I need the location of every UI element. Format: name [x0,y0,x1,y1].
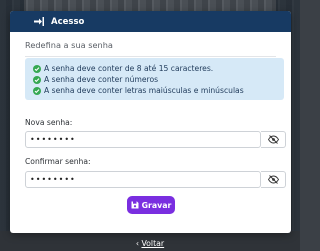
sign-in-icon [34,17,44,26]
toggle-confirm-password-visibility-button[interactable] [261,171,286,188]
eye-slash-icon [267,135,279,144]
back-link[interactable]: ‹ Voltar [0,239,300,248]
rule-item: A senha deve conter letras maiúsculas e … [33,85,284,96]
confirm-password-input[interactable]: •••••••• [25,171,261,188]
rule-text: A senha deve conter letras maiúsculas e … [44,86,244,95]
check-circle-icon [33,75,41,84]
password-rules-alert: A senha deve conter de 8 até 15 caracter… [25,58,284,100]
back-link-label: Voltar [141,239,165,248]
rule-text: A senha deve conter números [44,75,159,84]
new-password-label: Nova senha: [25,118,73,127]
rule-text: A senha deve conter de 8 até 15 caracter… [44,64,214,73]
toggle-new-password-visibility-button[interactable] [261,131,286,148]
rule-item: A senha deve conter de 8 até 15 caracter… [33,63,284,74]
save-button[interactable]: Gravar [127,196,175,214]
check-circle-icon [33,64,41,73]
page-subtitle: Redefina a sua senha [25,40,113,50]
chevron-left-icon: ‹ [135,239,139,248]
modal-title: Acesso [51,16,85,27]
rule-item: A senha deve conter números [33,74,284,85]
new-password-input[interactable]: •••••••• [25,131,261,148]
modal-header: Acesso [10,11,291,32]
confirm-password-label: Confirmar senha: [25,157,91,166]
save-button-label: Gravar [141,200,172,210]
divider [25,56,276,57]
check-circle-icon [33,86,41,95]
floppy-disk-icon [131,201,139,209]
eye-slash-icon [267,175,279,184]
